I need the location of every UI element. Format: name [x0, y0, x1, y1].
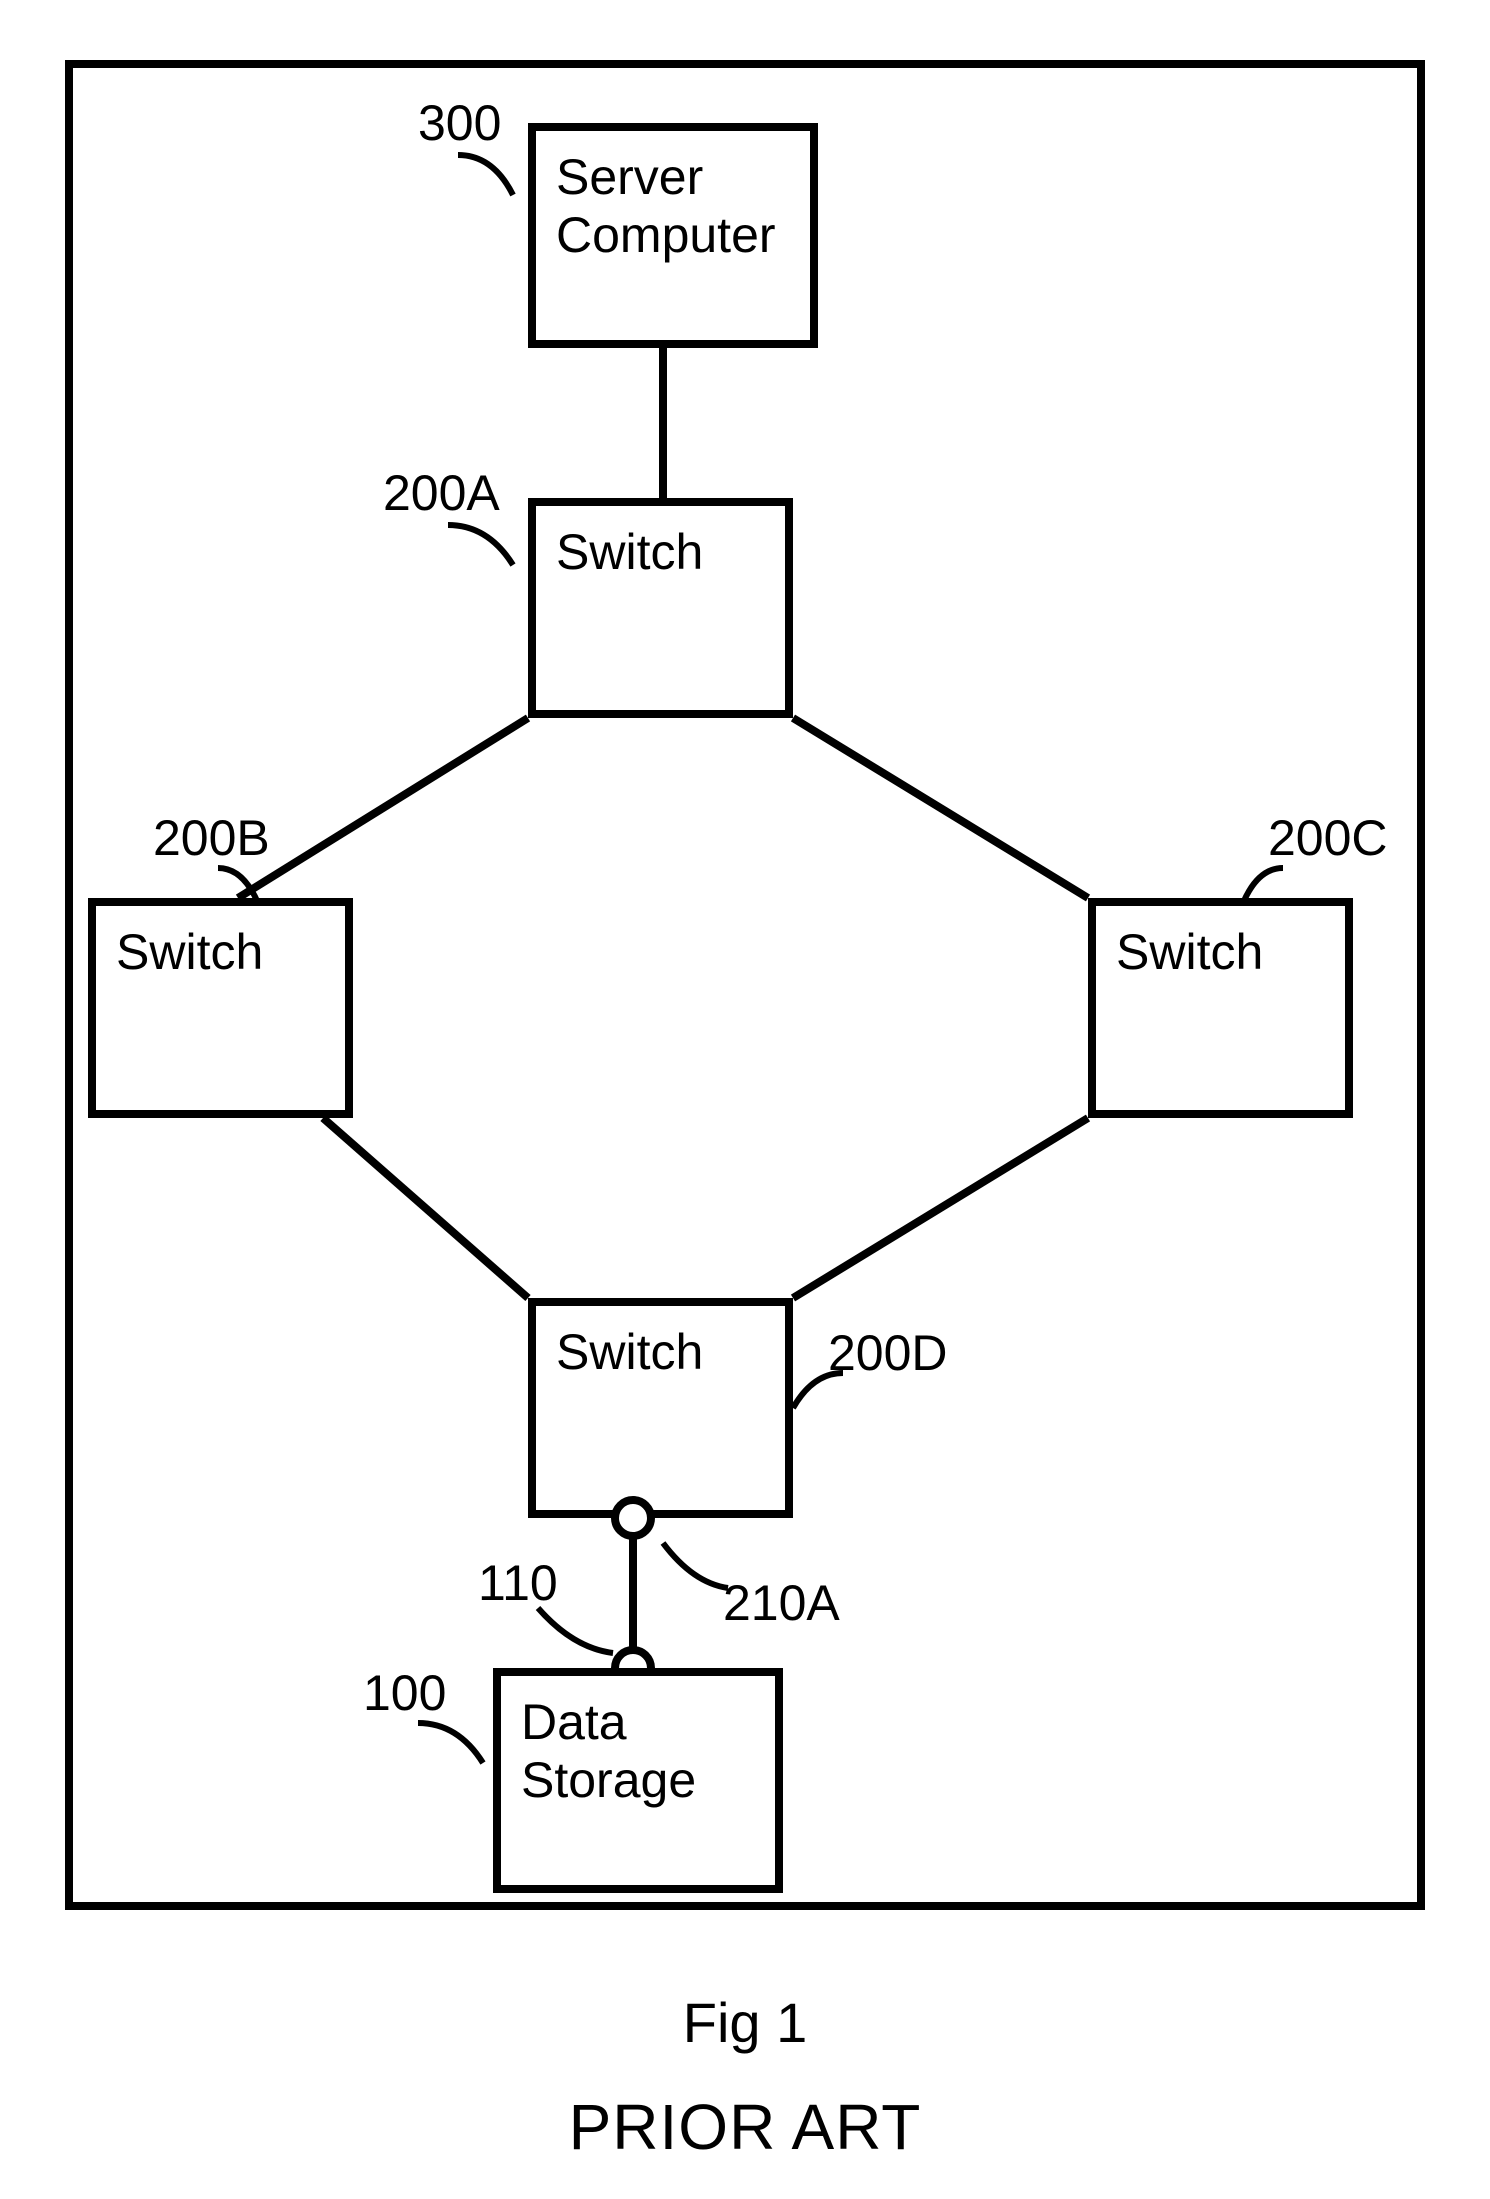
server-box: ServerComputer [528, 123, 818, 348]
switch-a-box: Switch [528, 498, 793, 718]
storage-label: DataStorage [521, 1694, 696, 1809]
storage-ref: 100 [363, 1668, 446, 1718]
lead-line-icon [413, 1718, 503, 1778]
storage-port-ref: 110 [478, 1558, 558, 1608]
lead-line-icon [213, 863, 273, 913]
figure-subtitle: PRIOR ART [0, 2090, 1490, 2164]
page-root: ServerComputer 300 Switch 200A Switch 20… [0, 0, 1490, 2199]
switch-c-ref: 200C [1268, 813, 1388, 863]
switch-d-port-ref: 210A [723, 1578, 840, 1628]
switch-b-box: Switch [88, 898, 353, 1118]
switch-c-box: Switch [1088, 898, 1353, 1118]
switch-d-label: Switch [556, 1324, 703, 1382]
lead-line-icon [788, 1368, 858, 1423]
switch-c-label: Switch [1116, 924, 1263, 982]
diagram-frame: ServerComputer 300 Switch 200A Switch 20… [65, 60, 1425, 1910]
lead-line-icon [533, 1603, 623, 1663]
server-label: ServerComputer [556, 149, 776, 264]
lead-line-icon [658, 1538, 738, 1598]
lead-line-icon [1238, 863, 1298, 913]
switch-a-label: Switch [556, 524, 703, 582]
switch-b-label: Switch [116, 924, 263, 982]
figure-caption: Fig 1 [0, 1990, 1490, 2055]
switch-d-port-icon [611, 1496, 655, 1540]
switch-b-ref: 200B [153, 813, 270, 863]
server-ref: 300 [418, 98, 501, 148]
storage-box: DataStorage [493, 1668, 783, 1893]
switch-d-box: Switch [528, 1298, 793, 1518]
switch-a-ref: 200A [383, 468, 500, 518]
lead-line-icon [453, 150, 533, 210]
lead-line-icon [443, 520, 533, 580]
